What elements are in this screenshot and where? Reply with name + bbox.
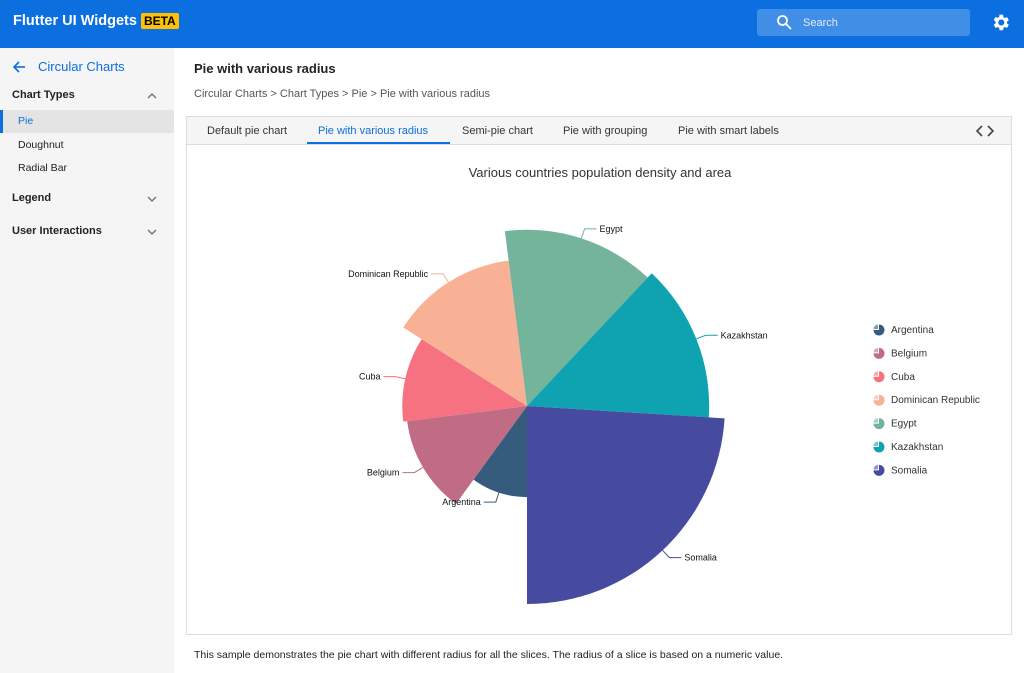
active-tab-indicator: [307, 142, 450, 144]
sidebar-section-user-interactions[interactable]: User Interactions: [0, 222, 174, 242]
section-label: Legend: [12, 192, 52, 204]
page-title: Pie with various radius: [194, 61, 336, 76]
tab-pie-with-various-radius[interactable]: Pie with various radius: [318, 125, 428, 137]
tab-semi-pie-chart[interactable]: Semi-pie chart: [462, 125, 533, 137]
sidebar-item-label: Radial Bar: [18, 162, 68, 174]
section-label: Chart Types: [12, 89, 75, 101]
sidebar: Circular Charts Chart Types Pie Doughnut…: [0, 48, 174, 673]
settings-gear-icon[interactable]: [990, 12, 1011, 33]
slice-label-dominican-republic: Dominican Republic: [348, 269, 429, 279]
pie-chart: Various countries population density and…: [348, 165, 980, 604]
legend-pie-icon[interactable]: [873, 441, 885, 453]
sidebar-item-pie[interactable]: Pie: [0, 110, 174, 133]
legend-item-belgium[interactable]: Belgium: [891, 348, 927, 359]
legend-item-kazakhstan[interactable]: Kazakhstan: [891, 442, 943, 453]
tab-pie-with-smart-labels[interactable]: Pie with smart labels: [678, 125, 779, 137]
chevron-up-icon: [147, 92, 157, 99]
legend-pie-icon[interactable]: [873, 324, 885, 336]
label-connector-dominican-republic: [431, 273, 449, 283]
legend-pie-icon[interactable]: [873, 464, 885, 476]
slice-label-egypt: Egypt: [600, 224, 624, 234]
legend-pie-icon[interactable]: [873, 371, 885, 383]
chevron-down-icon: [147, 229, 157, 236]
legend-pie-icon[interactable]: [873, 418, 885, 430]
slice-label-belgium: Belgium: [367, 468, 400, 478]
sidebar-section-legend[interactable]: Legend: [0, 189, 174, 209]
label-connector-kazakhstan: [696, 334, 718, 340]
beta-badge: BETA: [140, 13, 179, 29]
breadcrumb: Circular Charts > Chart Types > Pie > Pi…: [194, 88, 491, 100]
app-header: Flutter UI Widgets BETA Search: [0, 0, 1024, 48]
chevron-down-icon: [147, 196, 157, 203]
app-title: Flutter UI Widgets: [13, 13, 137, 29]
legend-pie-icon[interactable]: [873, 347, 885, 359]
legend-item-egypt[interactable]: Egypt: [891, 419, 917, 430]
chart-title: Various countries population density and…: [469, 165, 733, 180]
sample-description: This sample demonstrates the pie chart w…: [194, 649, 784, 661]
legend-item-argentina[interactable]: Argentina: [891, 325, 934, 336]
section-label: User Interactions: [12, 225, 102, 237]
label-connector-belgium: [402, 467, 424, 474]
legend-pie-icon[interactable]: [873, 394, 885, 406]
tab-pie-with-grouping[interactable]: Pie with grouping: [563, 125, 647, 137]
sidebar-item-label: Pie: [18, 115, 34, 127]
sidebar-item-radial-bar[interactable]: Radial Bar: [0, 157, 174, 180]
slice-label-argentina: Argentina: [442, 497, 481, 507]
slice-label-somalia: Somalia: [684, 553, 717, 563]
back-to-circular-charts-link[interactable]: Circular Charts: [12, 59, 125, 74]
legend-item-dominican-republic[interactable]: Dominican Republic: [891, 395, 980, 406]
app-brand[interactable]: Flutter UI Widgets BETA: [13, 13, 179, 29]
sidebar-section-chart-types[interactable]: Chart Types: [0, 86, 174, 106]
code-icon[interactable]: [976, 125, 994, 137]
tab-default-pie-chart[interactable]: Default pie chart: [207, 125, 287, 137]
slice-label-cuba: Cuba: [359, 372, 381, 382]
sample-tabs: Default pie chart Pie with various radiu…: [187, 117, 1011, 145]
arrow-left-icon: [12, 60, 25, 73]
back-link-label: Circular Charts: [38, 59, 125, 74]
sidebar-item-label: Doughnut: [18, 139, 64, 151]
legend-item-cuba[interactable]: Cuba: [891, 372, 915, 383]
search-box[interactable]: Search: [757, 9, 970, 36]
legend-item-somalia[interactable]: Somalia: [891, 465, 928, 476]
search-input[interactable]: Search: [803, 17, 838, 29]
label-connector-somalia: [662, 549, 682, 559]
sidebar-item-doughnut[interactable]: Doughnut: [0, 134, 174, 157]
label-connector-egypt: [580, 228, 597, 239]
label-connector-argentina: [483, 492, 500, 503]
slice-label-kazakhstan: Kazakhstan: [721, 330, 768, 340]
sample-card: Default pie chart Pie with various radiu…: [186, 116, 1012, 635]
label-connector-cuba: [383, 376, 406, 380]
search-icon: [777, 15, 792, 30]
pie-slice-somalia[interactable]: [527, 406, 725, 604]
